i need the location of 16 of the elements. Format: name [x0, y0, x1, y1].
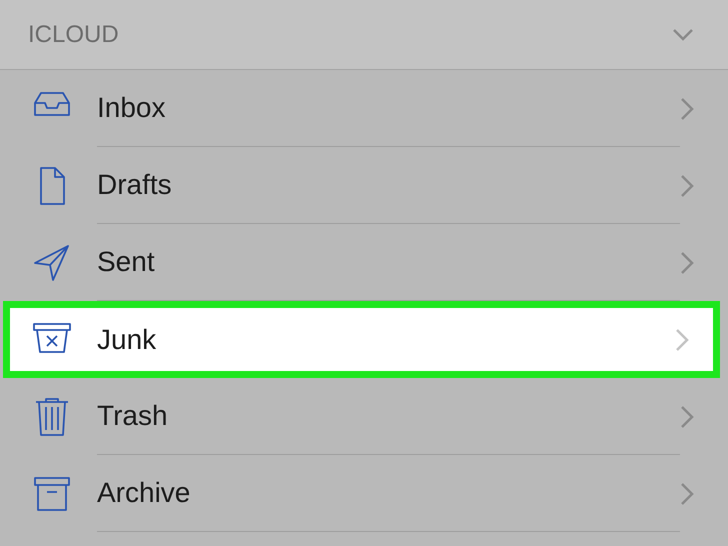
folder-label: Inbox [97, 92, 166, 124]
sent-icon [32, 242, 72, 282]
chevron-icon [675, 328, 689, 352]
chevron-icon [680, 404, 694, 428]
folder-label: Junk [97, 324, 156, 356]
folder-label: Sent [97, 246, 155, 278]
folder-row[interactable]: Junk [3, 301, 720, 378]
folder-label: Drafts [97, 169, 172, 201]
chevron-icon [680, 250, 694, 274]
chevron-icon [680, 96, 694, 120]
chevron-icon [680, 482, 694, 506]
chevron-icon[interactable] [672, 28, 694, 42]
chevron-icon [680, 174, 694, 198]
section-title: ICLOUD [28, 20, 119, 48]
folder-label: Archive [97, 477, 190, 509]
folder-label: Trash [97, 400, 168, 432]
